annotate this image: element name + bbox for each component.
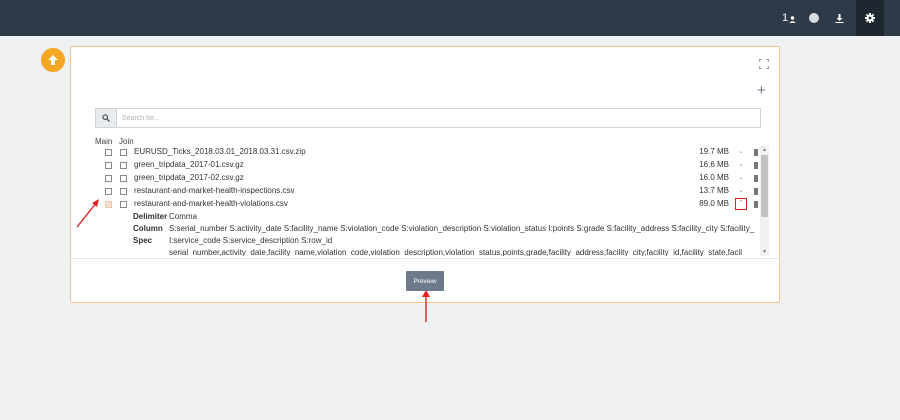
chevron-down-icon[interactable]: ⌄	[738, 186, 744, 194]
file-list-scrollbar[interactable]: ▲ ▼	[760, 146, 769, 256]
add-file-icon[interactable]: +	[757, 83, 766, 98]
trash-icon[interactable]	[754, 201, 758, 208]
search-icon	[102, 114, 110, 122]
file-row-selected: restaurant-and-market-health-violations.…	[95, 198, 760, 211]
chevron-down-icon[interactable]: ⌄	[738, 160, 744, 168]
column-header-main: Main	[95, 137, 113, 146]
file-manager-panel: + Main Join EURUSD_Ticks_2018.03.01_2018…	[70, 46, 781, 303]
column-spec-row: Column Spec S:serial_number S:activity_d…	[133, 224, 760, 248]
users-indicator[interactable]: 1	[778, 0, 800, 36]
header-preview-row: serial_number,activity_date,facility_nam…	[133, 248, 760, 256]
file-name: restaurant-and-market-health-inspections…	[134, 186, 295, 195]
delimiter-value: Comma	[169, 212, 198, 221]
file-size: 16.0 MB	[699, 173, 729, 182]
scroll-up-arrow-icon[interactable]: ▲	[760, 146, 769, 154]
annotation-arrow-icon	[76, 199, 99, 228]
file-size: 89.0 MB	[699, 199, 729, 208]
upload-arrow-icon	[48, 55, 58, 65]
column-spec-label: Column	[133, 224, 163, 233]
file-name: EURUSD_Ticks_2018.03.01_2018.03.31.csv.z…	[134, 147, 306, 156]
search-icon-box	[96, 109, 117, 127]
column-spec-label-2: Spec	[133, 236, 153, 245]
trash-icon[interactable]	[754, 162, 758, 169]
search-bar	[95, 108, 761, 128]
main-checkbox[interactable]	[105, 188, 112, 195]
search-input[interactable]	[117, 109, 760, 127]
users-count: 1	[781, 12, 789, 24]
file-row: EURUSD_Ticks_2018.03.01_2018.03.31.csv.z…	[95, 146, 760, 159]
main-checkbox[interactable]	[105, 162, 112, 169]
expand-icon[interactable]	[759, 59, 769, 69]
file-list: EURUSD_Ticks_2018.03.01_2018.03.31.csv.z…	[95, 146, 771, 256]
annotation-arrow-icon	[422, 290, 430, 322]
file-row: restaurant-and-market-health-inspections…	[95, 185, 760, 198]
chevron-down-icon[interactable]: ⌄	[738, 173, 744, 181]
delimiter-label: Delimiter	[133, 212, 168, 221]
scroll-down-arrow-icon[interactable]: ▼	[760, 248, 769, 256]
file-size: 19.7 MB	[699, 147, 729, 156]
join-checkbox[interactable]	[120, 175, 127, 182]
file-size: 13.7 MB	[699, 186, 729, 195]
file-name: restaurant-and-market-health-violations.…	[134, 199, 288, 208]
download-button[interactable]	[830, 0, 848, 36]
column-header-join: Join	[119, 137, 134, 146]
main-checkbox[interactable]	[105, 175, 112, 182]
upload-button[interactable]	[41, 48, 65, 72]
join-checkbox[interactable]	[120, 188, 127, 195]
status-dot-icon	[809, 13, 819, 23]
scroll-thumb[interactable]	[761, 155, 768, 217]
main-checkbox[interactable]	[105, 201, 112, 208]
column-spec-value-2: I:service_code S:service_description S:r…	[169, 236, 333, 245]
preview-button[interactable]: Preview	[406, 271, 444, 291]
join-checkbox[interactable]	[120, 149, 127, 156]
trash-icon[interactable]	[754, 188, 758, 195]
download-icon	[835, 13, 843, 23]
file-row: green_tripdata_2017-02.csv.gz 16.0 MB ⌄	[95, 172, 760, 185]
main-checkbox[interactable]	[105, 149, 112, 156]
file-row: green_tripdata_2017-01.csv.gz 16.6 MB ⌄	[95, 159, 760, 172]
trash-icon[interactable]	[754, 175, 758, 182]
join-checkbox[interactable]	[120, 201, 127, 208]
join-checkbox[interactable]	[120, 162, 127, 169]
file-name: green_tripdata_2017-02.csv.gz	[134, 173, 244, 182]
column-spec-value: S:serial_number S:activity_date S:facili…	[169, 224, 755, 233]
header-line: serial_number,activity_date,facility_nam…	[169, 248, 743, 256]
chevron-down-icon[interactable]: ⌄	[738, 147, 744, 155]
panel-divider	[71, 258, 781, 259]
status-indicator[interactable]	[806, 0, 822, 36]
file-size: 16.6 MB	[699, 160, 729, 169]
gear-icon	[865, 13, 875, 23]
file-name: green_tripdata_2017-01.csv.gz	[134, 160, 244, 169]
top-bar: 1	[0, 0, 900, 36]
settings-button[interactable]	[856, 0, 884, 36]
user-icon	[789, 16, 796, 23]
delimiter-row: Delimiter Comma	[133, 212, 753, 224]
trash-icon[interactable]	[754, 149, 758, 156]
annotation-highlight-box	[735, 198, 747, 210]
